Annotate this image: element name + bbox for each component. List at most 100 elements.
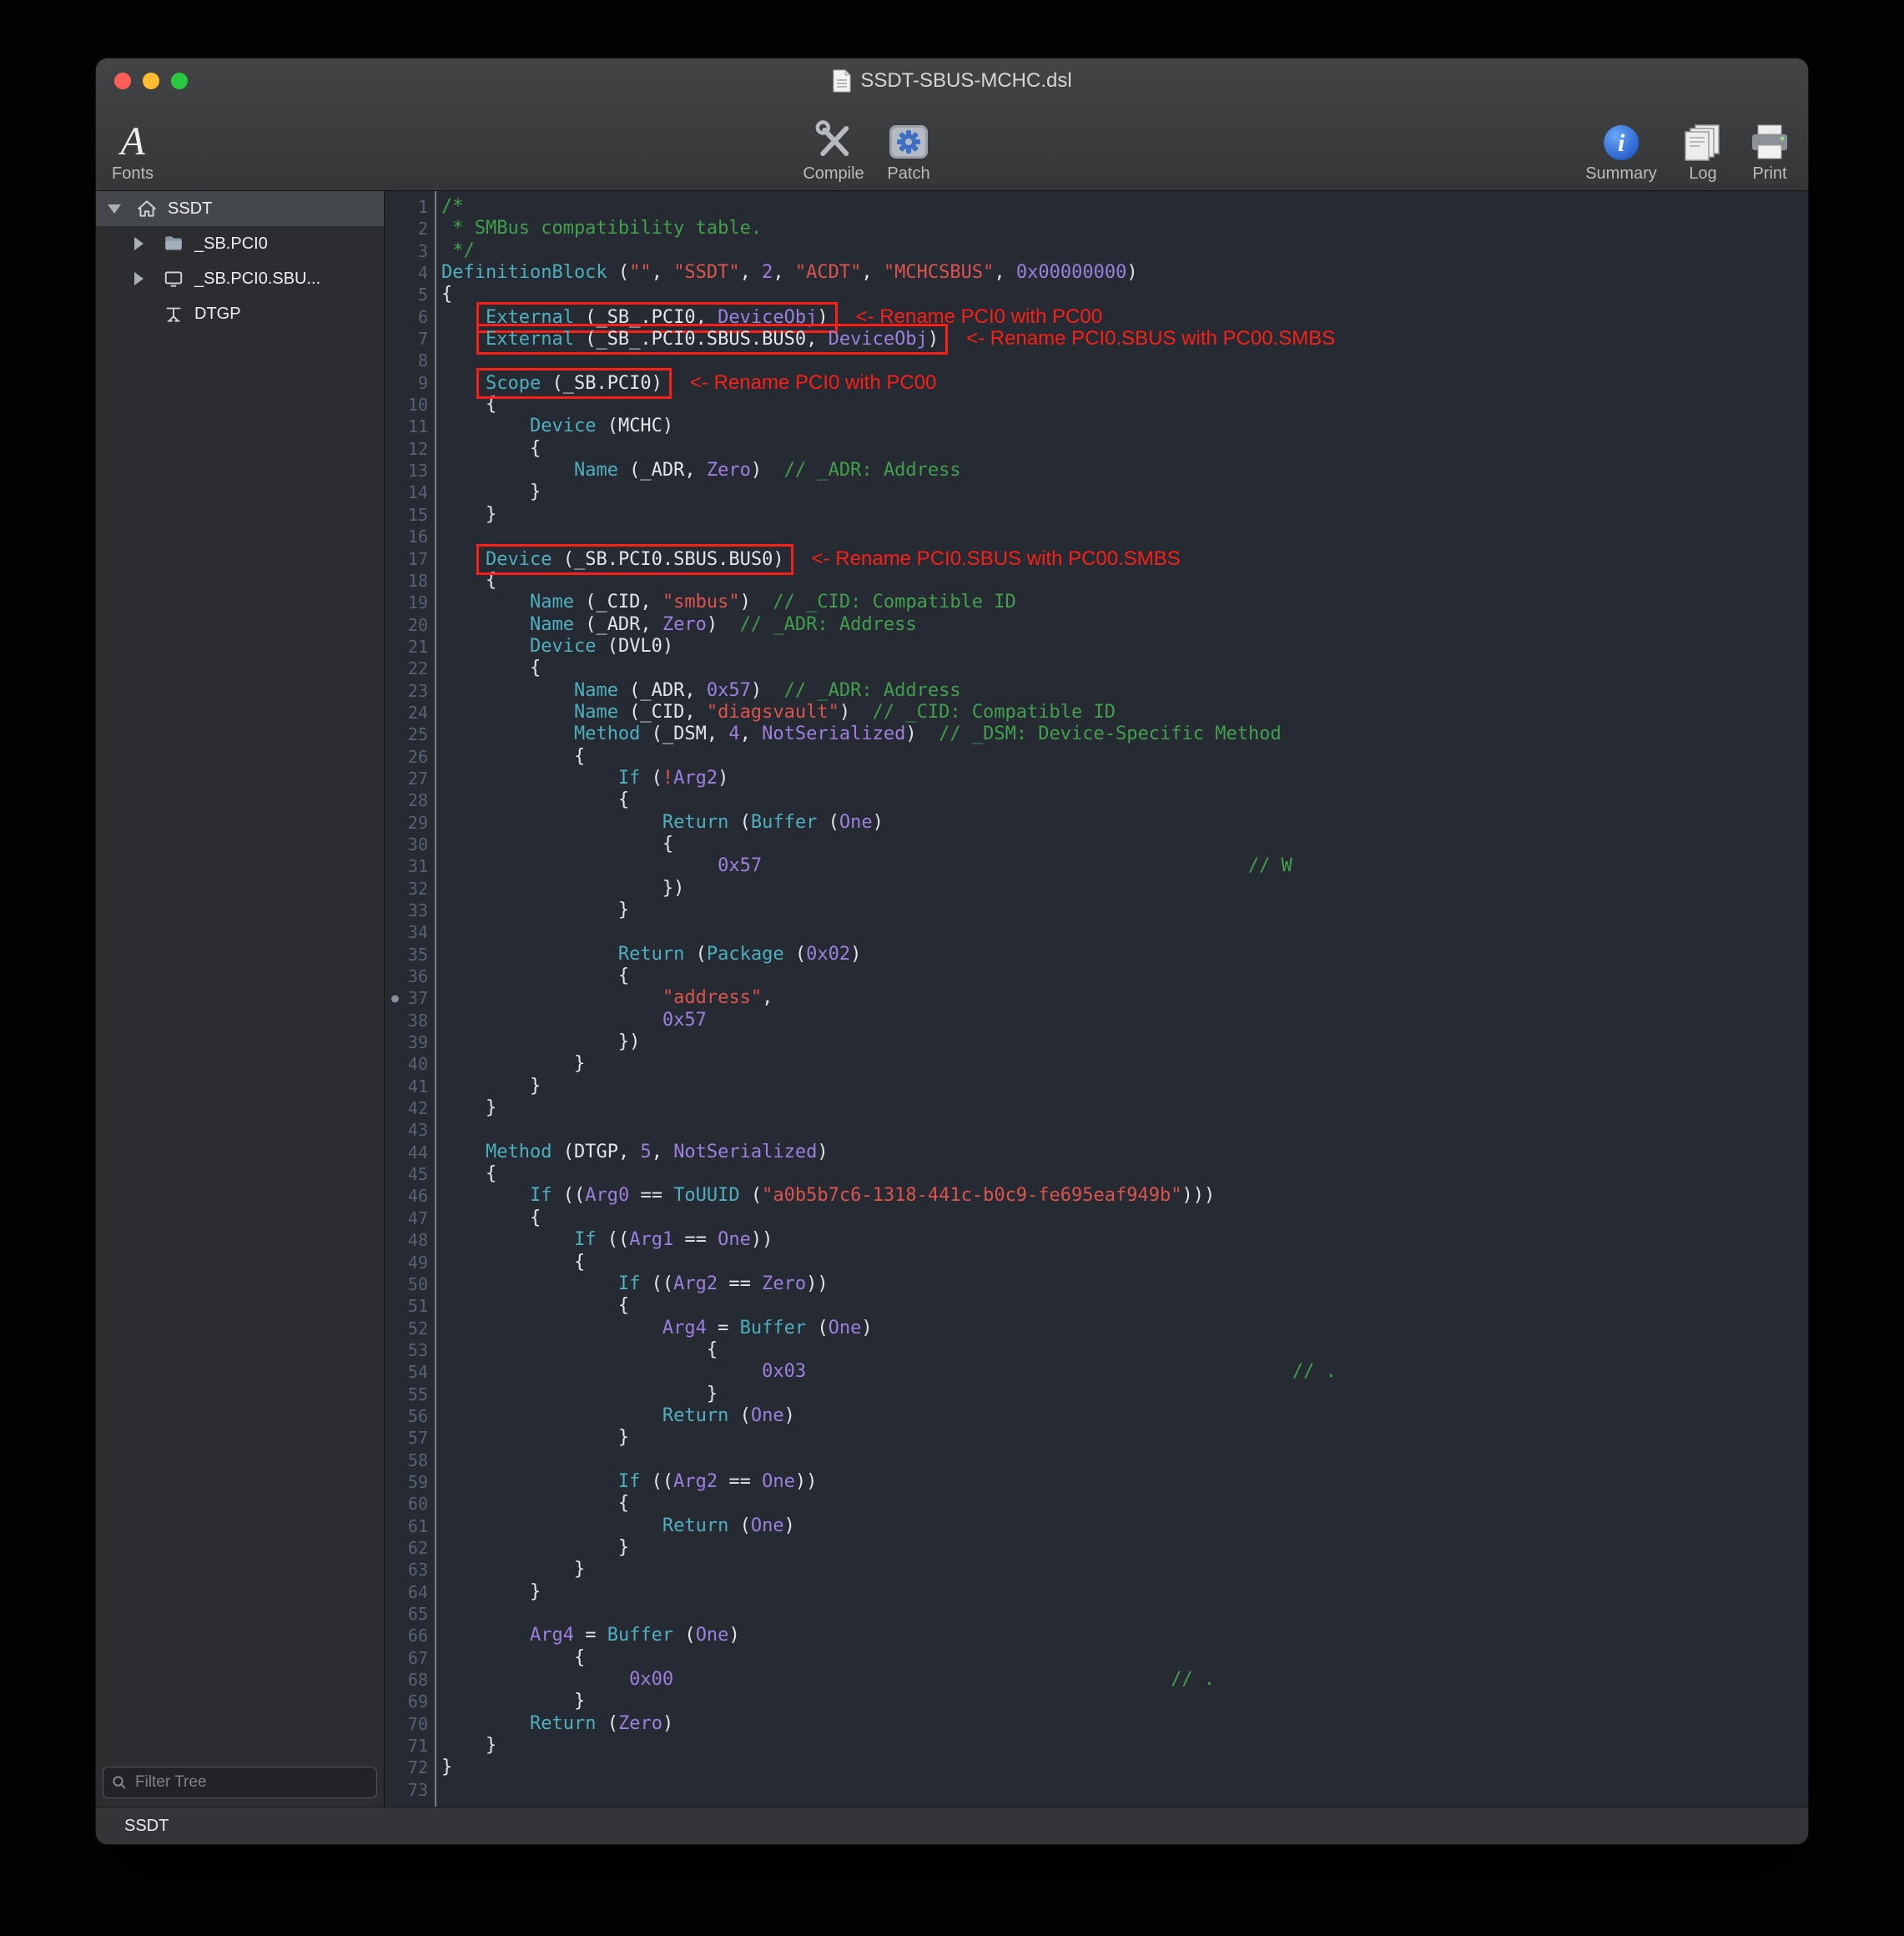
code-line: 56 Return (One) <box>385 1405 1808 1427</box>
line-number: 31 <box>385 855 428 877</box>
code-token: One <box>762 1471 795 1492</box>
summary-button[interactable]: i Summary <box>1585 103 1657 184</box>
code-token <box>441 944 618 965</box>
line-number: 40 <box>385 1053 428 1075</box>
code-line: 28 { <box>385 789 1808 811</box>
code-token: ) <box>905 723 939 744</box>
tree-item-dtgp[interactable]: DTGP <box>96 296 384 331</box>
code-token: ))) <box>1182 1185 1216 1206</box>
compile-button[interactable]: Compile <box>803 103 864 184</box>
code-token: One <box>696 1625 729 1646</box>
code-token: { <box>441 1493 629 1514</box>
disclosure-triangle[interactable] <box>134 237 159 250</box>
rename-highlight-box: Scope (_SB.PCI0) <box>476 368 672 399</box>
maciasl-window: SSDT-SBUS-MCHC.dsl A Fonts <box>96 58 1808 1844</box>
code-token: ) <box>861 1318 872 1339</box>
line-number: 58 <box>385 1449 428 1471</box>
code-token: ( <box>740 1185 763 1206</box>
code-token: } <box>441 1757 452 1777</box>
line-number: 7 <box>385 328 428 350</box>
code-line: 49 { <box>385 1252 1808 1273</box>
code-token <box>441 1713 530 1734</box>
code-token: Method <box>486 1142 552 1162</box>
close-button[interactable] <box>114 73 131 89</box>
line-number: 47 <box>385 1207 428 1229</box>
log-button[interactable]: Log <box>1682 103 1724 184</box>
code-token: // _DSM: Device-Specific Method <box>939 723 1282 744</box>
code-line: 31 0x57 // W <box>385 855 1808 877</box>
code-token: ) <box>740 592 773 613</box>
code-editor[interactable]: 1/*2 * SMBus compatibility table.3 */4De… <box>385 191 1808 1807</box>
code-line: 54 0x03 // . <box>385 1361 1808 1383</box>
code-token: { <box>441 1339 718 1360</box>
print-button[interactable]: Print <box>1749 103 1791 184</box>
minimize-button[interactable] <box>143 73 159 89</box>
code-line: 17 Device (_SB.PCI0.SBUS.BUS0)<- Rename … <box>385 548 1808 570</box>
code-token: * SMBus compatibility table. <box>441 218 762 239</box>
code-token: Return <box>530 1713 596 1734</box>
code-line: 20 Name (_ADR, Zero) // _ADR: Address <box>385 614 1808 636</box>
status-bar: SSDT <box>96 1807 1808 1844</box>
code-token: Arg2 <box>673 1471 718 1492</box>
code-token <box>762 855 1248 876</box>
line-number: 42 <box>385 1097 428 1119</box>
code-line: 67 { <box>385 1647 1808 1669</box>
code-token: , <box>861 262 884 283</box>
code-token <box>441 1229 574 1250</box>
code-token <box>441 768 618 789</box>
code-token: If <box>530 1185 552 1206</box>
code-token: // _ADR: Address <box>740 614 917 635</box>
line-number: 68 <box>385 1669 428 1691</box>
tree-item-label: _SB.PCI0.SBU... <box>194 270 320 289</box>
code-token: Device <box>530 636 596 657</box>
code-token <box>441 636 530 657</box>
code-token: == <box>629 1185 673 1206</box>
code-line: 40 } <box>385 1053 1808 1075</box>
code-token: } <box>441 1581 541 1602</box>
code-token: // W <box>1248 855 1292 876</box>
tree-item-ssdt[interactable]: SSDT <box>96 191 384 226</box>
rename-annotation: <- Rename PCI0 with PC00 <box>690 371 936 394</box>
code-token <box>806 1361 1292 1382</box>
code-token: External <box>486 329 574 350</box>
code-token: "ACDT" <box>795 262 861 283</box>
zoom-button[interactable] <box>171 73 188 89</box>
code-token: "" <box>629 262 652 283</box>
code-token: ) <box>707 614 740 635</box>
disclosure-triangle[interactable] <box>108 204 133 214</box>
filter-field[interactable] <box>103 1767 377 1798</box>
line-number: 5 <box>385 284 428 305</box>
code-line: 22 { <box>385 658 1808 679</box>
fonts-label: Fonts <box>112 164 154 184</box>
code-line: 30 { <box>385 834 1808 855</box>
code-token: ) <box>784 1515 795 1536</box>
patch-button[interactable]: Patch <box>887 103 930 184</box>
line-number: 67 <box>385 1647 428 1669</box>
window-title-text: SSDT-SBUS-MCHC.dsl <box>860 69 1071 93</box>
log-label: Log <box>1689 164 1716 184</box>
code-token: } <box>441 1053 585 1074</box>
code-line: 4DefinitionBlock ("", "SSDT", 2, "ACDT",… <box>385 262 1808 284</box>
code-token: ) <box>662 1713 673 1734</box>
code-token: Zero <box>762 1273 806 1294</box>
filter-input[interactable] <box>133 1772 368 1792</box>
line-number: 36 <box>385 965 428 987</box>
disclosure-triangle[interactable] <box>134 272 159 285</box>
code-token: // _CID: Compatible ID <box>773 592 1015 613</box>
tree-item--sb-pci0[interactable]: _SB.PCI0 <box>96 226 384 261</box>
code-token: } <box>441 1537 629 1558</box>
code-lines: 1/*2 * SMBus compatibility table.3 */4De… <box>385 196 1808 1801</box>
code-token: ) <box>1126 262 1137 283</box>
code-token: Arg1 <box>629 1229 673 1250</box>
code-token: 0x00000000 <box>1016 262 1126 283</box>
code-token: "SSDT" <box>673 262 739 283</box>
filter-area <box>96 1760 384 1807</box>
tree-item--sb-pci0-sbu-[interactable]: _SB.PCI0.SBU... <box>96 261 384 296</box>
line-number: 4 <box>385 262 428 284</box>
code-token: // _ADR: Address <box>784 460 961 481</box>
line-marker-dot <box>391 995 399 1002</box>
fonts-button[interactable]: A Fonts <box>112 103 154 184</box>
line-number: 25 <box>385 723 428 745</box>
code-token: ( <box>728 812 751 833</box>
titlebar[interactable]: SSDT-SBUS-MCHC.dsl <box>96 58 1808 103</box>
